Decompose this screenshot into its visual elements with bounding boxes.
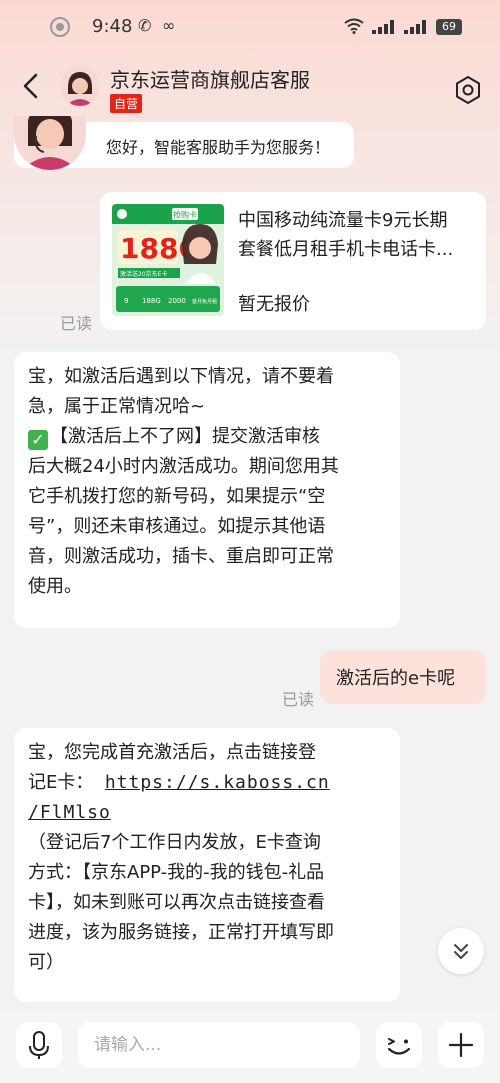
double-chevron-down-icon <box>454 944 468 959</box>
card-mid-text: 激活送20京东E卡 <box>120 270 167 278</box>
battery-icon: 69 <box>436 19 462 35</box>
message-input[interactable] <box>78 1022 360 1068</box>
voice-input-button[interactable] <box>16 1022 62 1068</box>
plus-icon <box>448 1032 474 1058</box>
back-arrow-icon[interactable] <box>20 72 42 100</box>
product-title: 中国移动纯流量卡9元长期 套餐低月租手机卡电话卡... <box>238 206 474 264</box>
more-options-button[interactable] <box>438 1022 484 1068</box>
status-bar: 9:48 ✆ ∞ 69 <box>0 0 500 56</box>
wifi-icon <box>344 18 364 34</box>
ecard-link-continued[interactable]: /FlMlso <box>28 802 111 823</box>
card-stat-1: 9 <box>124 297 128 305</box>
message-line: （登记后7个工作日内发放，E卡查询 <box>28 832 321 853</box>
status-time: 9:48 <box>92 16 133 37</box>
read-receipt: 已读 <box>282 690 315 709</box>
message-line: 使用。 <box>28 576 82 597</box>
message-line: 进度，该为服务链接，正常打开填写即 <box>28 922 334 943</box>
product-title-line2: 套餐低月租手机卡电话卡... <box>238 239 454 260</box>
input-bar <box>0 1012 500 1083</box>
message-line: 它手机拨打您的新号码，如果提示“空 <box>28 486 326 507</box>
hd-call-icon: ✆ <box>138 16 152 35</box>
emoji-button[interactable] <box>376 1022 422 1068</box>
wink-face-icon <box>387 1038 411 1055</box>
agent-avatar[interactable] <box>60 66 100 106</box>
card-stat-3: 2000 <box>168 297 186 305</box>
signal-1-icon <box>372 20 394 34</box>
message-line: 宝，您完成首充激活后，点击链接登 <box>28 742 316 763</box>
product-title-line1: 中国移动纯流量卡9元长期 <box>238 210 448 231</box>
scroll-to-bottom-button[interactable] <box>438 928 484 974</box>
message-line: 卡】，如未到账可以再次点击链接查看 <box>28 892 325 913</box>
card-tag-text: 抢购卡 <box>173 210 197 220</box>
message-line: 急，属于正常情况哈~ <box>28 396 206 417</box>
check-mark-icon: ✓ <box>28 430 48 450</box>
self-operated-badge: 自营 <box>110 94 143 113</box>
page-title: 京东运营商旗舰店客服 <box>110 68 310 92</box>
chat-header: 京东运营商旗舰店客服 自营 <box>0 56 500 116</box>
message-line: 宝，如激活后遇到以下情况，请不要着 <box>28 366 334 387</box>
product-image: 抢购卡 188G 激活送20京东E卡 9 188G 2000 首月免月租 <box>112 204 224 316</box>
agent-message: 宝，如激活后遇到以下情况，请不要着 急，属于正常情况哈~ ✓ 【激活后上不了网】提… <box>14 352 400 628</box>
message-line: 方式：【京东APP-我的-我的钱包-礼品 <box>28 862 325 883</box>
settings-hexagon-icon[interactable] <box>452 74 484 106</box>
agent-message: 宝，您完成首充激活后，点击链接登 记E卡： https://s.kaboss.c… <box>14 728 400 1002</box>
message-line: 音，则激活成功，插卡、重启即可正常 <box>28 546 334 567</box>
product-price: 暂无报价 <box>238 294 310 315</box>
signal-2-icon <box>404 20 426 34</box>
read-receipt: 已读 <box>60 314 93 333</box>
product-card[interactable]: 抢购卡 188G 激活送20京东E卡 9 188G 2000 首月免月租 中国移… <box>100 192 486 330</box>
message-line: 后大概24小时内激活成功。期间您用其 <box>28 456 339 477</box>
welcome-text: 您好，智能客服助手为您服务！ <box>106 138 331 157</box>
user-message-text: 激活后的e卡呢 <box>336 668 456 689</box>
card-stat-4: 首月免月租 <box>192 298 217 305</box>
card-stat-2: 188G <box>142 297 161 305</box>
ecard-link[interactable]: https://s.kaboss.cn <box>105 772 330 793</box>
message-line: 号”，则还未审核通过。如提示其他语 <box>28 516 326 537</box>
link-icon: ∞ <box>162 16 176 35</box>
microphone-icon <box>29 1031 49 1059</box>
message-line: 可） <box>28 952 64 973</box>
message-line: 【激活后上不了网】提交激活审核 <box>50 426 320 447</box>
record-indicator-icon <box>50 17 70 37</box>
user-message: 激活后的e卡呢 <box>320 650 486 704</box>
message-line: 记E卡： <box>28 772 94 793</box>
